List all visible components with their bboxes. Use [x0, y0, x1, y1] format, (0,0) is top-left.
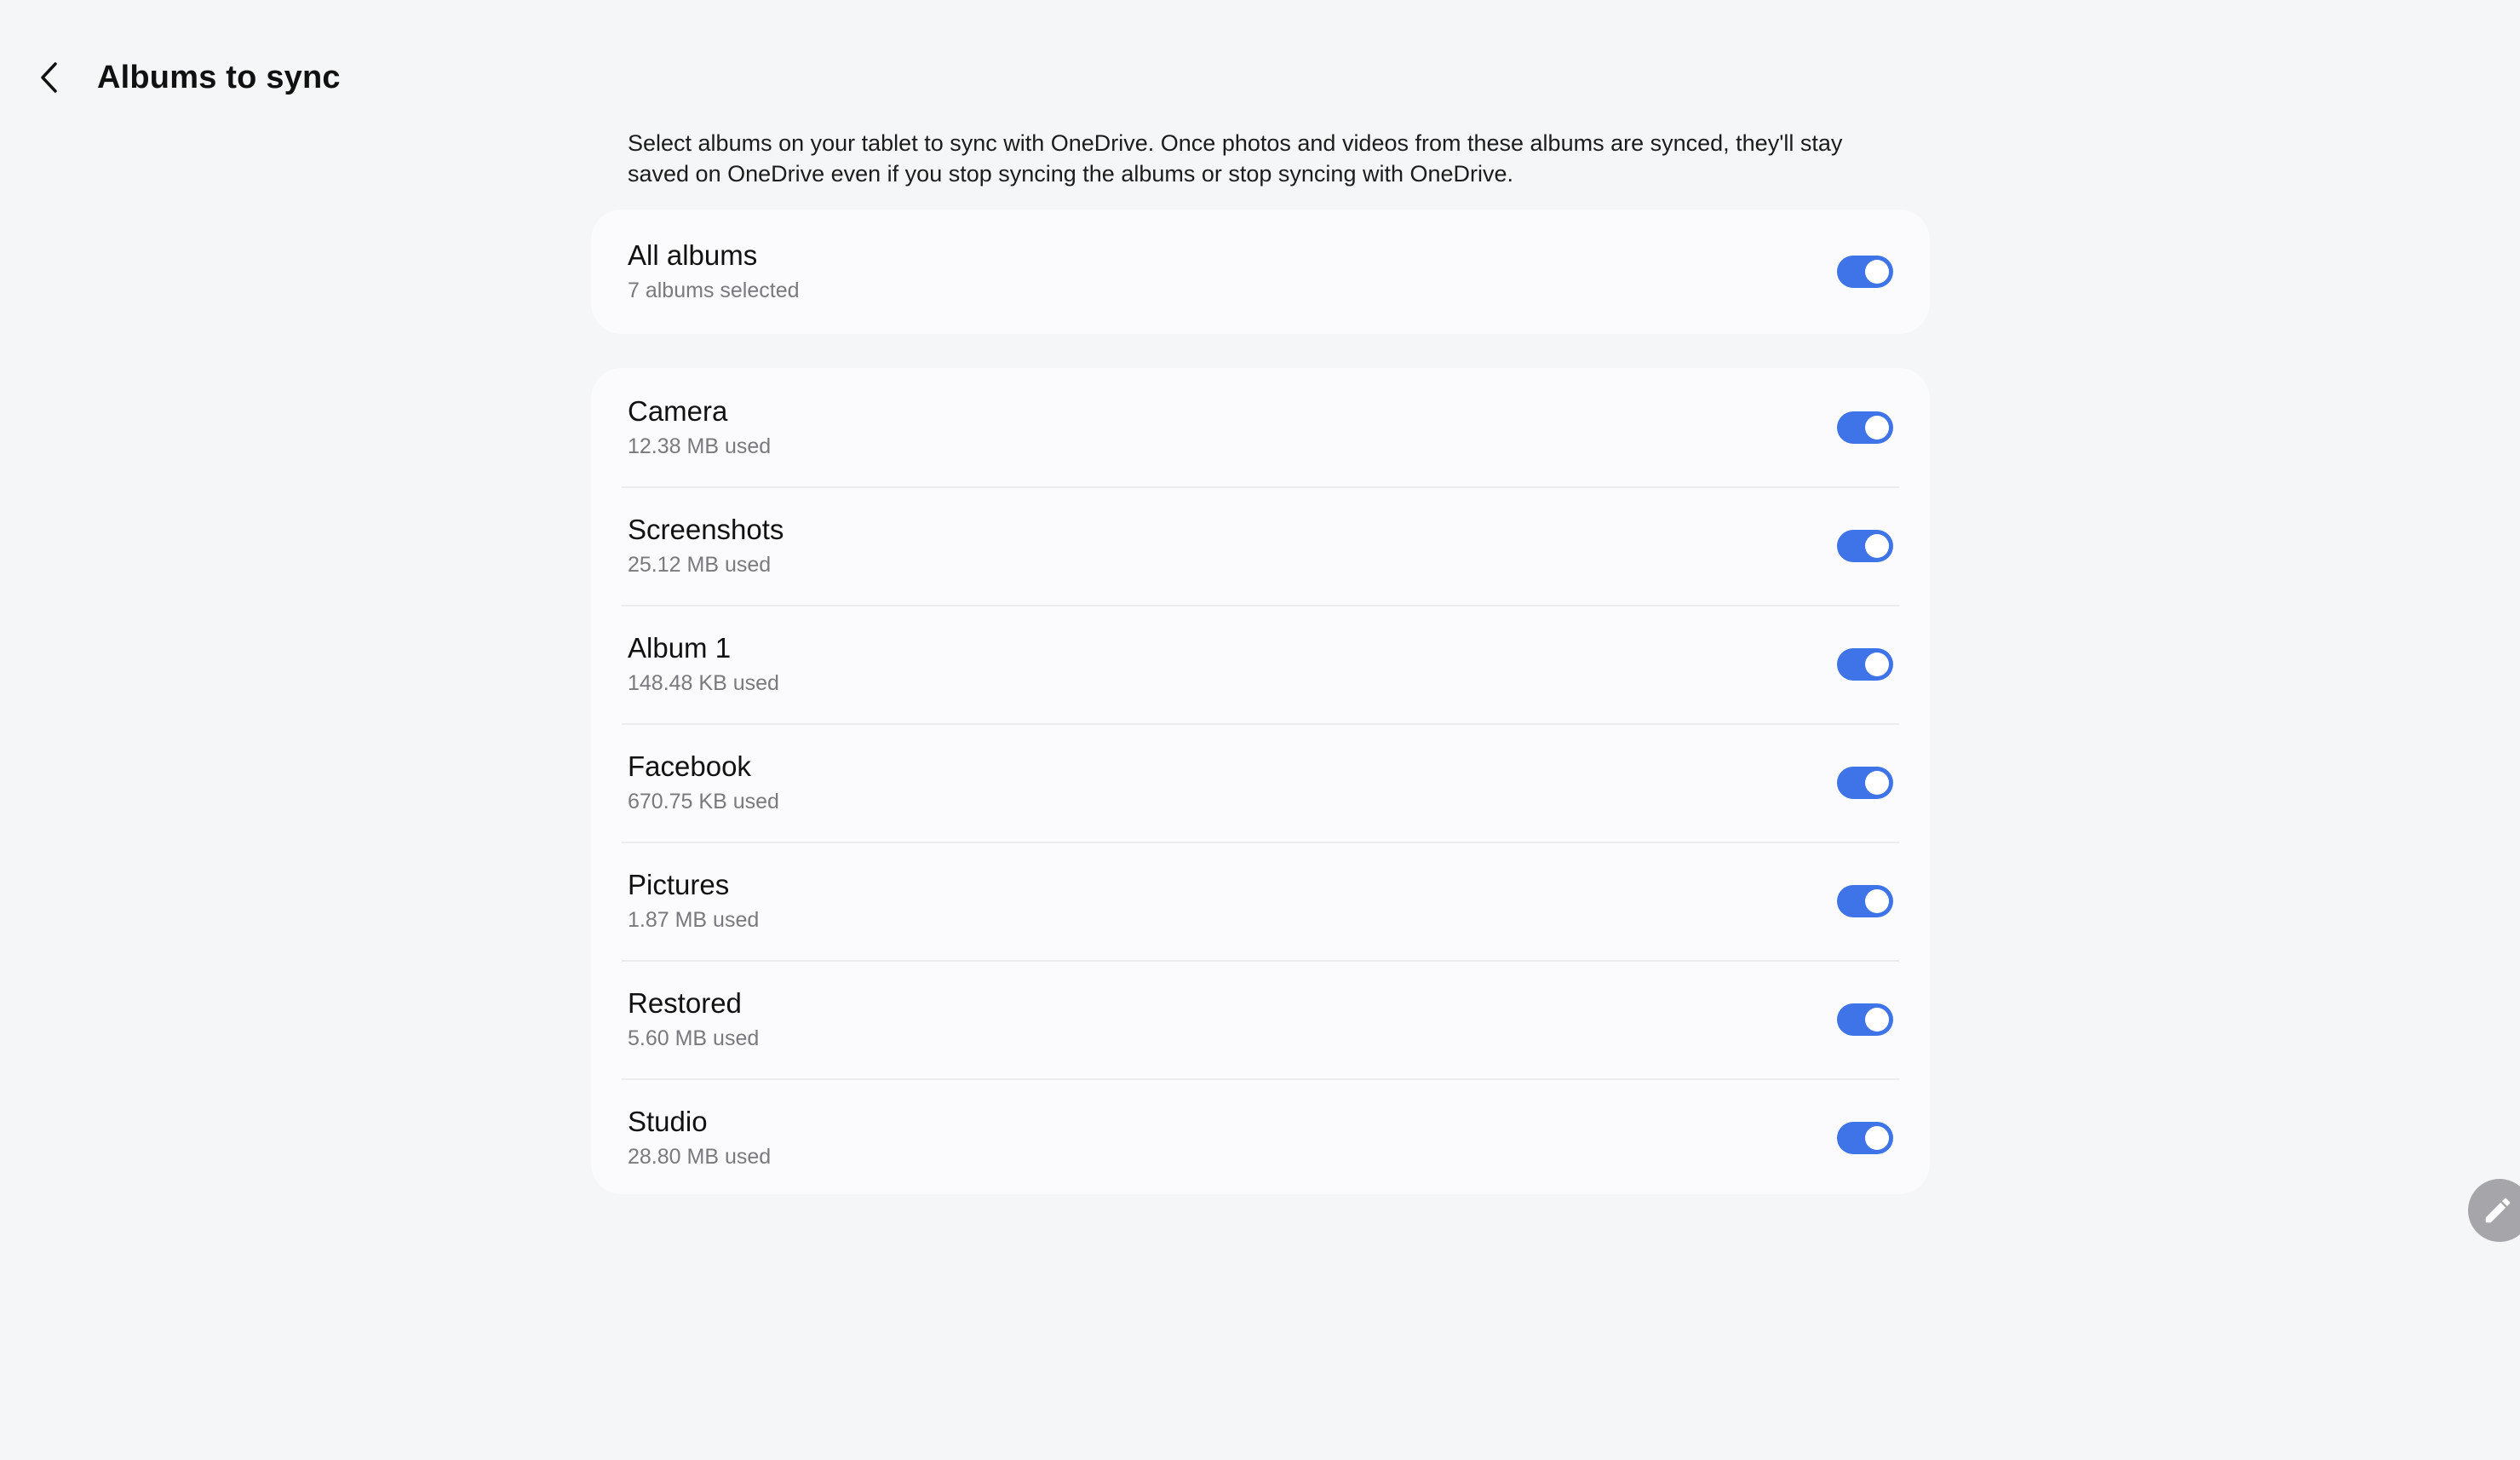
app-bar: Albums to sync: [31, 48, 341, 107]
album-row-album-1[interactable]: Album 1 148.48 KB used: [591, 605, 1930, 723]
album-title: Studio: [628, 1105, 708, 1137]
album-size: 148.48 KB used: [628, 670, 779, 695]
album-size: 12.38 MB used: [628, 434, 772, 458]
album-row-studio[interactable]: Studio 28.80 MB used: [591, 1078, 1930, 1197]
toggle-knob: [1865, 1007, 1889, 1032]
album-size: 670.75 KB used: [628, 789, 779, 813]
all-albums-count: 7 albums selected: [628, 279, 800, 302]
all-albums-card: All albums 7 albums selected: [591, 210, 1930, 334]
chevron-left-icon: [41, 62, 57, 93]
album-size: 1.87 MB used: [628, 907, 760, 932]
toggle-knob: [1865, 415, 1889, 440]
album-toggle-album-1[interactable]: [1837, 647, 1893, 681]
album-toggle-screenshots[interactable]: [1837, 529, 1893, 562]
album-title: Restored: [628, 986, 742, 1019]
albums-to-sync-screen: Albums to sync Select albums on your tab…: [0, 0, 2520, 1460]
album-row-screenshots[interactable]: Screenshots 25.12 MB used: [591, 486, 1930, 605]
album-list-card: Camera 12.38 MB used Screenshots 25.12 M…: [591, 368, 1930, 1194]
album-title: Pictures: [628, 868, 730, 900]
toggle-knob: [1865, 1125, 1889, 1150]
album-row-camera[interactable]: Camera 12.38 MB used: [591, 368, 1930, 486]
album-title: Facebook: [628, 750, 751, 782]
all-albums-title: All albums: [628, 239, 758, 271]
toggle-knob: [1865, 652, 1889, 676]
album-title: Album 1: [628, 631, 732, 664]
album-row-restored[interactable]: Restored 5.60 MB used: [591, 960, 1930, 1078]
album-row-pictures[interactable]: Pictures 1.87 MB used: [591, 842, 1930, 960]
album-text: Facebook 670.75 KB used: [628, 750, 779, 816]
sync-description: Select albums on your tablet to sync wit…: [628, 130, 1843, 187]
album-text: Camera 12.38 MB used: [628, 394, 771, 461]
album-toggle-pictures[interactable]: [1837, 884, 1893, 917]
album-text: Screenshots 25.12 MB used: [628, 513, 784, 579]
album-text: Album 1 148.48 KB used: [628, 631, 779, 698]
album-text: Pictures 1.87 MB used: [628, 868, 759, 934]
album-toggle-studio[interactable]: [1837, 1121, 1893, 1154]
all-albums-row[interactable]: All albums 7 albums selected: [591, 210, 1930, 334]
pencil-icon: [2485, 1198, 2511, 1223]
album-size: 5.60 MB used: [628, 1026, 760, 1050]
album-toggle-restored[interactable]: [1837, 1003, 1893, 1036]
edit-floating-button[interactable]: [2468, 1179, 2520, 1242]
album-size: 28.80 MB used: [628, 1144, 772, 1169]
album-toggle-camera[interactable]: [1837, 411, 1893, 444]
album-toggle-facebook[interactable]: [1837, 766, 1893, 799]
album-text: Restored 5.60 MB used: [628, 986, 759, 1053]
toggle-knob: [1865, 260, 1889, 284]
album-text: Studio 28.80 MB used: [628, 1105, 771, 1171]
toggle-knob: [1865, 888, 1889, 913]
album-title: Screenshots: [628, 513, 784, 545]
album-size: 25.12 MB used: [628, 552, 772, 577]
back-button[interactable]: [31, 48, 68, 107]
album-title: Camera: [628, 394, 728, 427]
toggle-knob: [1865, 533, 1889, 558]
toggle-knob: [1865, 770, 1889, 795]
all-albums-text: All albums 7 albums selected: [628, 239, 800, 305]
all-albums-toggle[interactable]: [1837, 256, 1893, 288]
page-title: Albums to sync: [97, 59, 341, 95]
album-row-facebook[interactable]: Facebook 670.75 KB used: [591, 723, 1930, 842]
